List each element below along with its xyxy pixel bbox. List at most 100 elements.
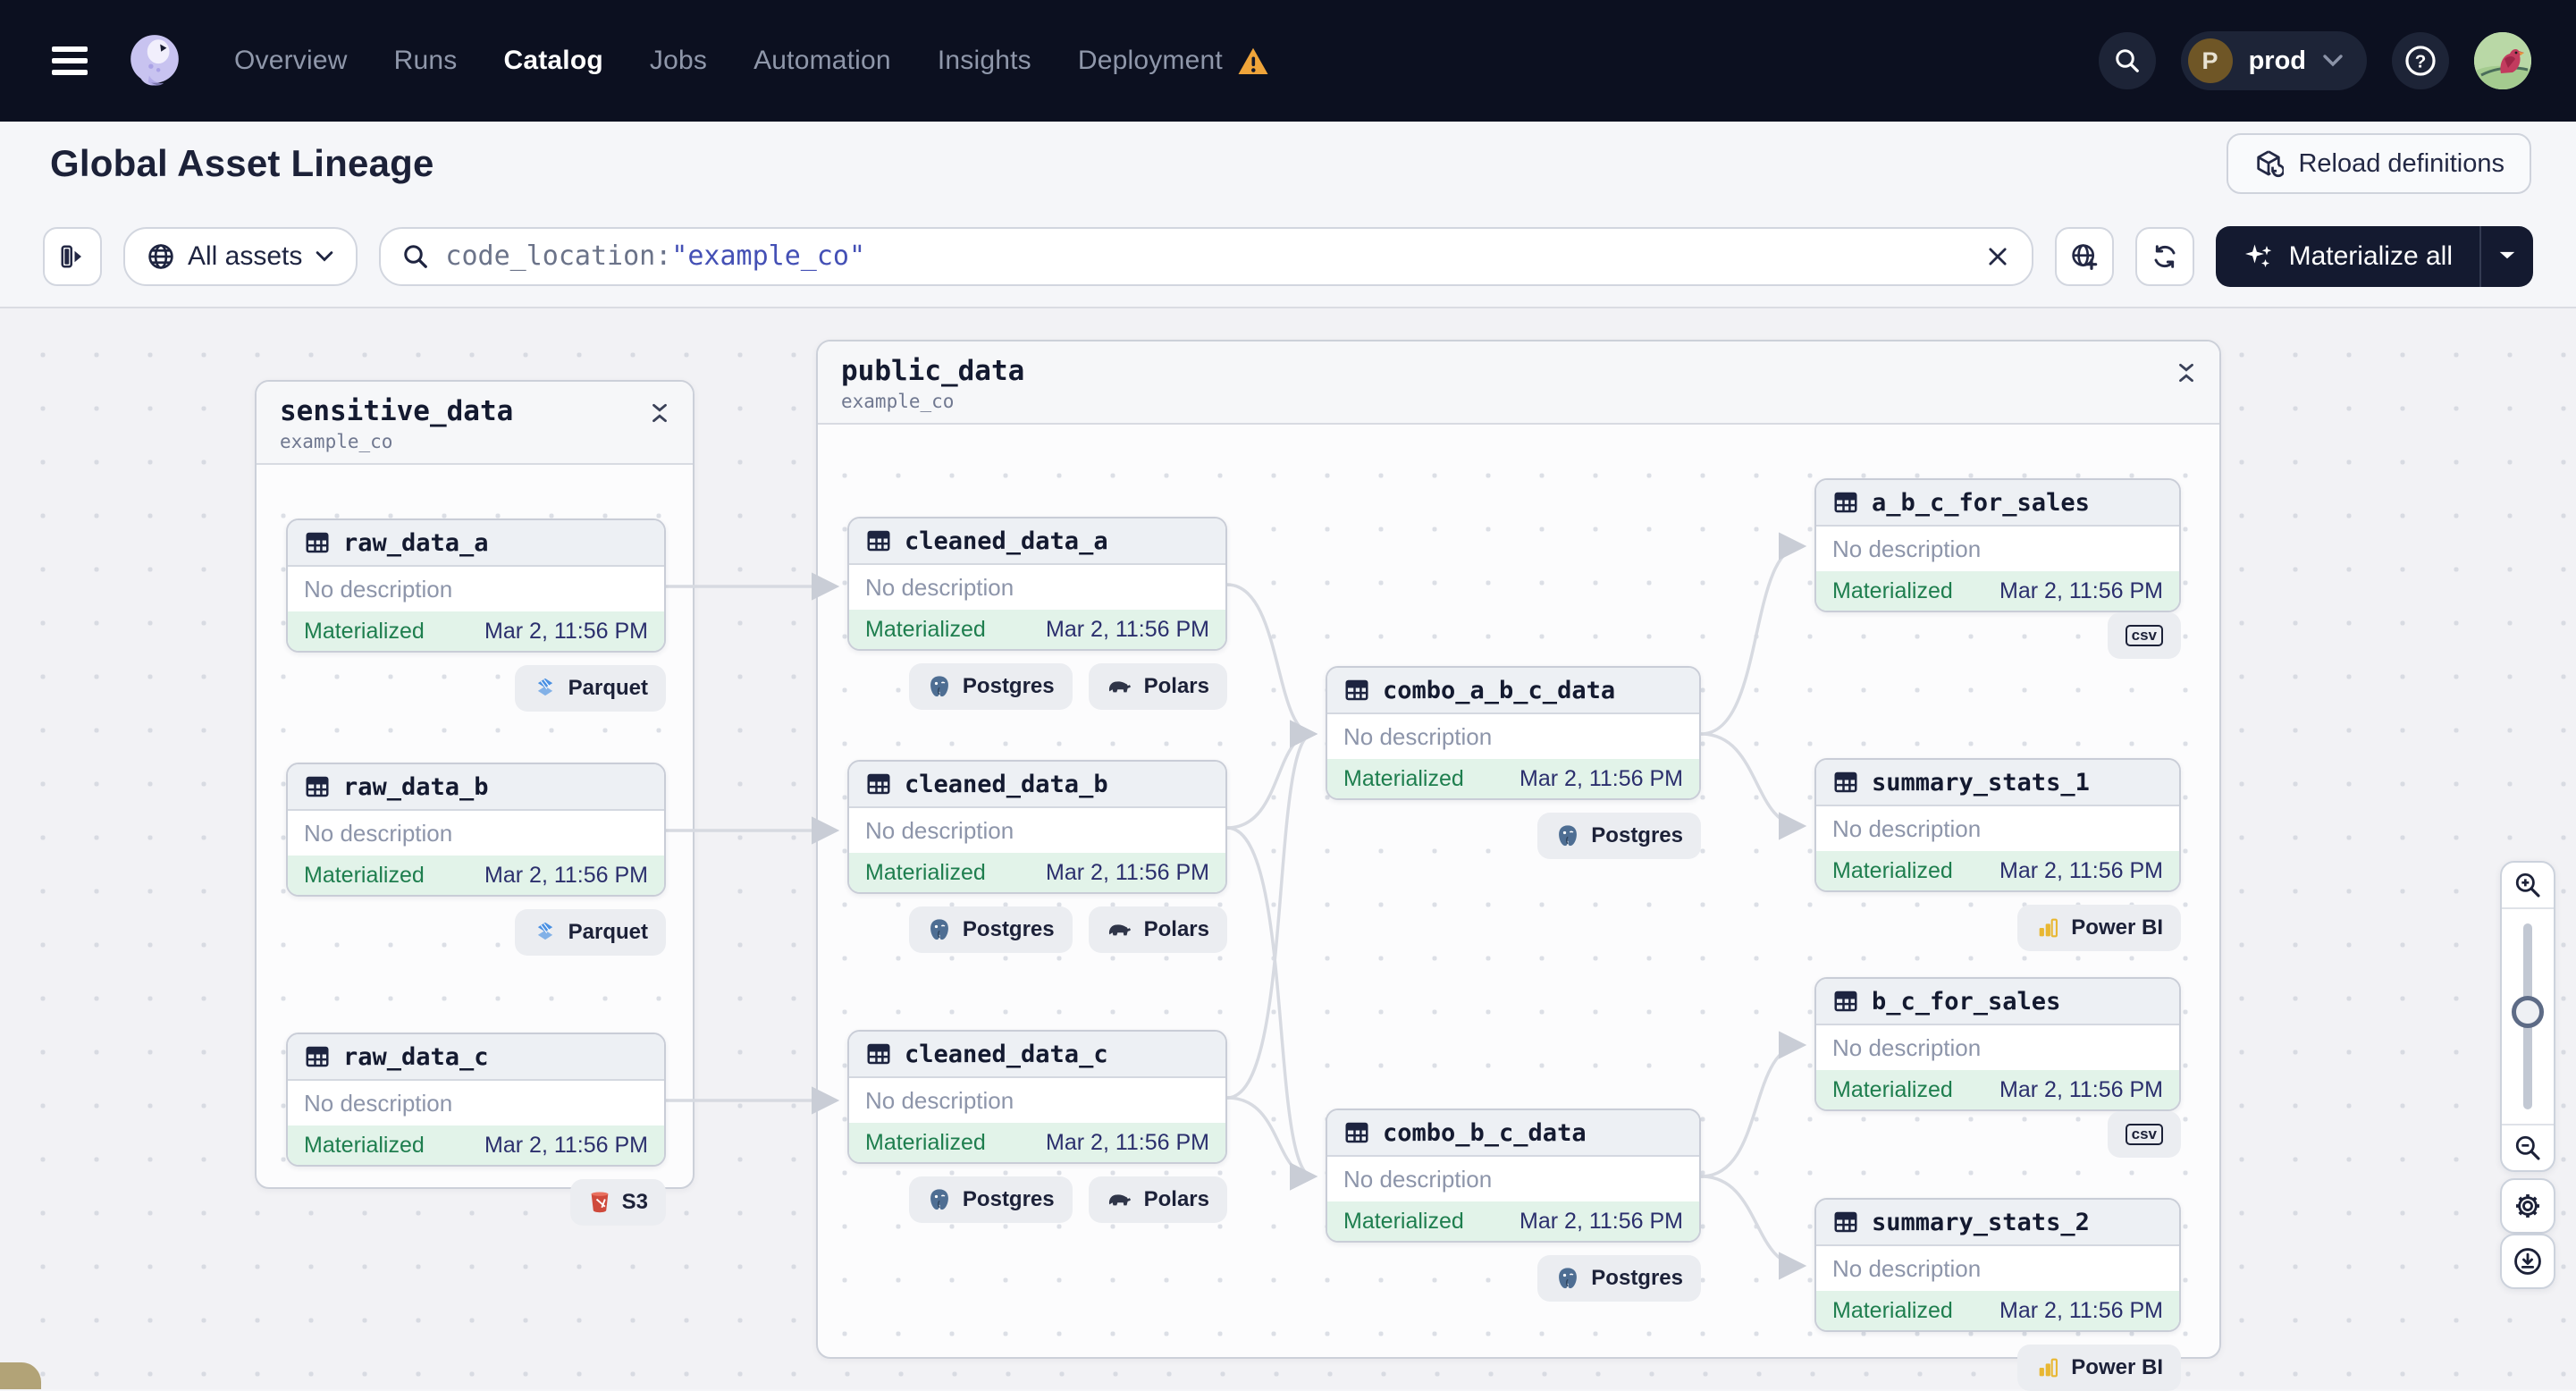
postgres-icon — [1559, 825, 1578, 847]
asset-node-summary-stats-1[interactable]: summary_stats_1 No description Materiali… — [1814, 758, 2181, 892]
group-title: sensitive_data — [280, 395, 514, 427]
asset-name: cleaned_data_b — [905, 770, 1108, 798]
deployment-switcher[interactable]: P prod — [2180, 31, 2367, 90]
user-avatar[interactable] — [2474, 32, 2531, 89]
download-graph-button[interactable] — [2500, 1234, 2555, 1289]
zoom-controls — [2500, 861, 2555, 1172]
tag-parquet[interactable]: Parquet — [514, 909, 666, 956]
csv-icon: csv — [2125, 1123, 2163, 1146]
asset-scope-dropdown[interactable]: All assets — [123, 226, 358, 286]
globe-icon — [148, 243, 173, 269]
asset-status-row: Materialized Mar 2, 11:56 PM — [1816, 571, 2179, 611]
tag-csv[interactable]: csv — [2107, 1111, 2181, 1158]
tag-polars[interactable]: Polars — [1088, 1176, 1227, 1223]
tag-postgres[interactable]: Postgres — [908, 1176, 1073, 1223]
asset-node-raw-data-b[interactable]: raw_data_b No description Materialized M… — [286, 763, 666, 897]
fit-graph-button[interactable] — [2054, 226, 2114, 286]
asset-node-b-c-for-sales[interactable]: b_c_for_sales No description Materialize… — [1814, 977, 2181, 1111]
materialize-all-button[interactable]: Materialize all — [2215, 225, 2533, 287]
zoom-out-button[interactable] — [2502, 1124, 2554, 1170]
tag-power-bi[interactable]: Power BI — [2017, 905, 2181, 951]
help-icon[interactable]: ? — [2392, 32, 2449, 89]
collapse-group-icon[interactable] — [2176, 354, 2196, 384]
asset-name: summary_stats_2 — [1872, 1208, 2090, 1236]
nav-item-overview[interactable]: Overview — [234, 46, 348, 76]
asset-status-row: Materialized Mar 2, 11:56 PM — [1816, 1291, 2179, 1330]
zoom-slider[interactable] — [2502, 909, 2554, 1124]
asset-tags: Power BI — [1814, 905, 2181, 951]
asset-node-header: combo_b_c_data — [1327, 1110, 1699, 1157]
asset-node-combo-b-c-data[interactable]: combo_b_c_data No description Materializ… — [1326, 1109, 1701, 1243]
tag-postgres[interactable]: Postgres — [1537, 1255, 1701, 1302]
asset-description: No description — [1816, 527, 2179, 571]
asset-node-raw-data-c[interactable]: raw_data_c No description Materialized M… — [286, 1033, 666, 1167]
asset-description: No description — [1327, 714, 1699, 759]
sparkles-icon — [2244, 244, 2271, 267]
status-badge: Materialized — [304, 618, 425, 644]
deployment-initial-badge: P — [2187, 38, 2233, 83]
materialize-options-caret[interactable] — [2479, 225, 2533, 287]
asset-name: raw_data_a — [343, 528, 489, 557]
asset-node-cleaned-data-c[interactable]: cleaned_data_c No description Materializ… — [847, 1030, 1227, 1164]
tag-polars[interactable]: Polars — [1088, 663, 1227, 710]
tag-postgres[interactable]: Postgres — [908, 906, 1073, 953]
asset-node-header: summary_stats_2 — [1816, 1200, 2179, 1246]
tag-polars[interactable]: Polars — [1088, 906, 1227, 953]
table-icon — [1834, 492, 1857, 513]
nav-item-catalog[interactable]: Catalog — [503, 46, 602, 76]
asset-node-summary-stats-2[interactable]: summary_stats_2 No description Materiali… — [1814, 1198, 2181, 1332]
asset-node-cleaned-data-b[interactable]: cleaned_data_b No description Materializ… — [847, 760, 1227, 894]
asset-node-a-b-c-for-sales[interactable]: a_b_c_for_sales No description Materiali… — [1814, 478, 2181, 612]
asset-search-input[interactable]: code_location: "example_co" — [379, 226, 2033, 286]
asset-node-raw-data-a[interactable]: raw_data_a No description Materialized M… — [286, 518, 666, 653]
zoom-in-button[interactable] — [2502, 863, 2554, 909]
nav-item-deployment[interactable]: Deployment — [1078, 46, 1269, 76]
nav-item-automation[interactable]: Automation — [753, 46, 891, 76]
asset-node-cleaned-data-a[interactable]: cleaned_data_a No description Materializ… — [847, 517, 1227, 651]
tag-s3[interactable]: S3 — [569, 1179, 666, 1226]
table-icon — [306, 1046, 329, 1067]
search-icon[interactable] — [2098, 32, 2156, 89]
refresh-button[interactable] — [2134, 226, 2194, 286]
toggle-sidebar-button[interactable] — [43, 226, 102, 286]
asset-tags: S3 — [286, 1179, 666, 1226]
table-icon — [1834, 771, 1857, 793]
asset-status-row: Materialized Mar 2, 11:56 PM — [849, 610, 1225, 649]
clear-search-icon[interactable] — [1985, 244, 2010, 269]
asset-node-combo-a-b-c-data[interactable]: combo_a_b_c_data No description Material… — [1326, 666, 1701, 800]
dagster-logo-icon[interactable] — [125, 31, 184, 90]
zoom-slider-thumb[interactable] — [2512, 996, 2544, 1029]
asset-status-row: Materialized Mar 2, 11:56 PM — [1327, 1201, 1699, 1241]
nav-item-jobs[interactable]: Jobs — [650, 46, 707, 76]
tag-parquet[interactable]: Parquet — [514, 665, 666, 712]
minimap-corner[interactable] — [0, 1362, 41, 1389]
asset-node-header: a_b_c_for_sales — [1816, 480, 2179, 527]
table-icon — [867, 530, 890, 552]
status-badge: Materialized — [1832, 1076, 1953, 1102]
parquet-icon — [537, 922, 552, 940]
status-badge: Materialized — [1343, 1208, 1464, 1234]
lineage-canvas[interactable]: sensitive_data example_co public_data ex… — [0, 308, 2576, 1391]
reload-definitions-button[interactable]: Reload definitions — [2227, 133, 2531, 194]
graph-settings-button[interactable] — [2500, 1178, 2555, 1234]
asset-description: No description — [849, 1078, 1225, 1123]
group-code-location: example_co — [841, 390, 955, 412]
asset-scope-label: All assets — [188, 240, 303, 271]
tag-csv[interactable]: csv — [2107, 612, 2181, 659]
tag-postgres[interactable]: Postgres — [1537, 813, 1701, 859]
postgres-icon — [1559, 1268, 1578, 1289]
table-icon — [1345, 1122, 1368, 1143]
asset-description: No description — [1816, 1025, 2179, 1070]
nav-item-runs[interactable]: Runs — [394, 46, 458, 76]
status-badge: Materialized — [304, 1132, 425, 1158]
tag-power-bi[interactable]: Power BI — [2017, 1345, 2181, 1391]
status-badge: Materialized — [1343, 765, 1464, 791]
asset-description: No description — [1816, 1246, 2179, 1291]
materialization-timestamp: Mar 2, 11:56 PM — [1999, 1076, 2163, 1102]
tag-postgres[interactable]: Postgres — [908, 663, 1073, 710]
collapse-group-icon[interactable] — [650, 394, 669, 425]
postgres-icon — [930, 1189, 948, 1210]
nav-item-insights[interactable]: Insights — [938, 46, 1031, 76]
asset-status-row: Materialized Mar 2, 11:56 PM — [288, 856, 664, 895]
menu-icon[interactable] — [52, 46, 88, 75]
